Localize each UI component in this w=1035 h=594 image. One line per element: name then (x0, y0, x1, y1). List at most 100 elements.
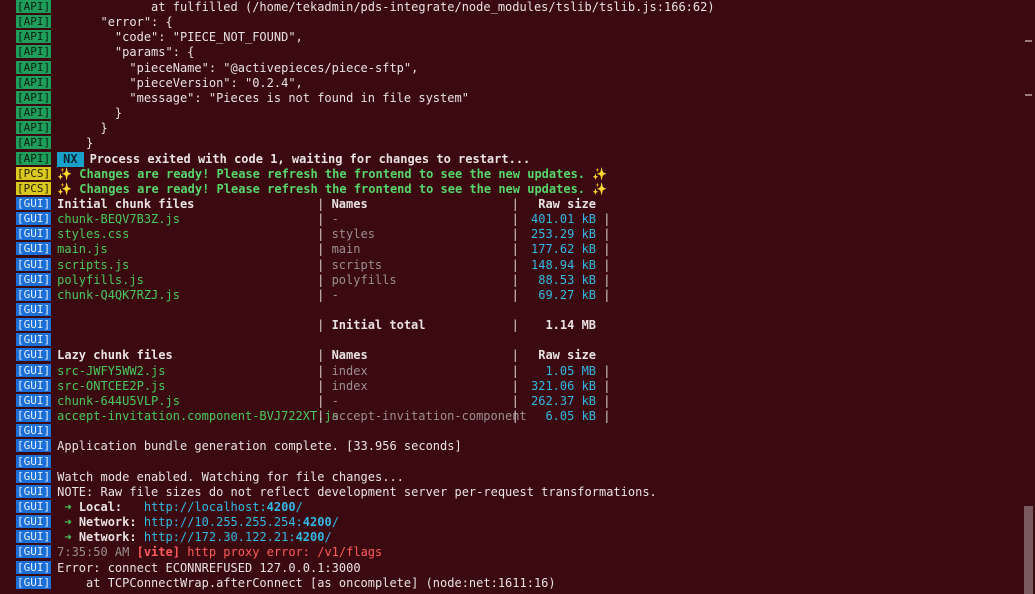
chunk-name: - (331, 212, 339, 227)
nx-badge: NX (57, 151, 84, 167)
chunk-size: 262.37 kB (531, 393, 597, 408)
process-tag-gui: [GUI] (16, 530, 52, 544)
log-line: [API] "params": { (16, 45, 194, 60)
process-tag-gui: [GUI] (16, 303, 52, 316)
column-separator: | (317, 287, 332, 302)
log-line: [GUI] ➜ Network: http://172.30.122.21:42… (16, 530, 332, 545)
server-url: http://localhost: (143, 499, 267, 514)
process-tag-api: [API] (16, 30, 52, 44)
process-tag-pcs: [PCS] (16, 181, 52, 195)
chunk-size: 177.62 kB (531, 242, 597, 257)
column-separator: | (596, 393, 611, 408)
process-tag-api: [API] (16, 45, 52, 59)
log-line: [API] } (16, 136, 93, 151)
column-separator: | (596, 378, 611, 393)
process-tag-api: [API] (16, 121, 52, 135)
process-tag-gui: [GUI] (16, 469, 52, 483)
log-line: [GUI] chunk-644U5VLP.js | - | 262.37 kB | (16, 393, 611, 409)
process-tag-gui: [GUI] (16, 272, 52, 286)
table-header-files: Initial chunk files (57, 196, 195, 211)
api-log-text: } (57, 136, 94, 151)
log-line: [API] } (16, 121, 108, 136)
scrollbar-thumb[interactable] (1024, 506, 1033, 594)
log-line: [GUI] main.js | main | 177.62 kB | (16, 242, 610, 257)
column-separator: | (317, 378, 332, 393)
api-log-text: } (57, 106, 123, 121)
note-message: NOTE: Raw file sizes do not reflect deve… (57, 484, 657, 499)
chunk-file: styles.css (57, 227, 130, 242)
column-separator: | (511, 196, 527, 211)
server-url-suffix: / (324, 530, 332, 545)
log-line: [GUI] Watch mode enabled. Watching for fi… (16, 469, 404, 485)
process-tag-gui: [GUI] (16, 378, 52, 392)
column-separator: | (511, 287, 527, 302)
chunk-size: 1.05 MB (545, 363, 597, 378)
log-line: [API] } (16, 106, 122, 121)
server-url-link[interactable]: http://10.255.255.254:4200/ (144, 515, 339, 529)
log-line: [PCS] ✨ Changes are ready! Please refresh… (16, 181, 607, 197)
process-tag-gui: [GUI] (16, 393, 52, 407)
chunk-name: scripts (331, 257, 383, 272)
log-line: [API] "message": "Pieces is not found in… (16, 90, 469, 106)
column-separator: | (596, 242, 611, 257)
chunk-file: polyfills.js (57, 272, 144, 287)
log-line: [GUI] at TCPConnectWrap.afterConnect [as… (16, 575, 556, 591)
column-separator: | (317, 212, 332, 227)
column-separator: | (317, 227, 332, 242)
log-line: [GUI] | Initial total | 1.14 MB (16, 318, 596, 333)
column-separator: | (511, 227, 527, 242)
timestamp: 7:35:50 AM (57, 545, 137, 560)
chunk-size: 69.27 kB (538, 287, 597, 302)
process-tag-gui: [GUI] (16, 424, 52, 438)
process-tag-api: [API] (16, 15, 52, 29)
api-log-text: "code": "PIECE_NOT_FOUND", (57, 30, 303, 45)
server-port: 4200 (266, 499, 296, 514)
process-tag-api: [API] (16, 151, 52, 165)
arrow-icon: ➜ (57, 515, 79, 530)
column-separator: | (511, 212, 527, 227)
log-line: [PCS] ✨ Changes are ready! Please refresh… (16, 166, 607, 182)
column-separator: | (317, 318, 332, 333)
process-tag-gui: [GUI] (16, 227, 52, 241)
log-line: [GUI] (16, 303, 57, 318)
scrollbar[interactable] (1022, 0, 1035, 594)
process-tag-gui: [GUI] (16, 439, 52, 453)
log-line: [GUI] ➜ Local: http://localhost:4200/ (16, 499, 303, 515)
server-url-link[interactable]: http://172.30.122.21:4200/ (144, 530, 332, 544)
server-url-link[interactable]: http://localhost:4200/ (144, 500, 303, 514)
initial-total-label: Initial total (331, 318, 426, 333)
api-log-text: "error": { (57, 15, 173, 30)
chunk-name: - (331, 287, 339, 302)
chunk-size: 253.29 kB (531, 227, 597, 242)
log-line: [GUI] scripts.js | scripts | 148.94 kB | (16, 257, 611, 273)
chunk-name: polyfills (331, 272, 397, 287)
process-tag-gui: [GUI] (16, 454, 52, 468)
nx-message: Process exited with code 1, waiting for … (89, 151, 531, 166)
column-separator: | (511, 409, 527, 424)
server-url: http://10.255.255.254: (143, 515, 303, 530)
column-separator: | (596, 287, 611, 302)
process-tag-gui: [GUI] (16, 575, 52, 589)
scrollbar-marker (1025, 94, 1032, 96)
process-tag-api: [API] (16, 90, 52, 104)
column-separator: | (511, 242, 527, 257)
log-line: [GUI] Lazy chunk files | Names | Raw size (16, 348, 596, 363)
server-port: 4200 (302, 515, 332, 530)
scrollbar-marker (1025, 40, 1032, 42)
chunk-file: accept-invitation.component-BVJ722XT.js (57, 409, 339, 424)
arrow-icon: ➜ (57, 499, 79, 514)
log-line: [API] at fulfilled (/home/tekadmin/pds-i… (16, 0, 715, 15)
column-separator: | (596, 257, 611, 272)
process-tag-gui: [GUI] (16, 545, 52, 559)
chunk-name: index (331, 378, 368, 393)
column-separator: | (511, 393, 527, 408)
bundle-complete-message: Application bundle generation complete. … (57, 439, 462, 454)
column-separator: | (317, 242, 332, 257)
column-separator: | (317, 393, 332, 408)
column-separator: | (596, 272, 611, 287)
process-tag-gui: [GUI] (16, 196, 52, 210)
server-url-suffix: / (331, 515, 339, 530)
api-log-text: "params": { (57, 45, 195, 60)
chunk-file: chunk-Q4QK7RZJ.js (57, 287, 180, 302)
log-line: [GUI] src-JWFY5WW2.js | index | 1.05 MB | (16, 363, 610, 379)
